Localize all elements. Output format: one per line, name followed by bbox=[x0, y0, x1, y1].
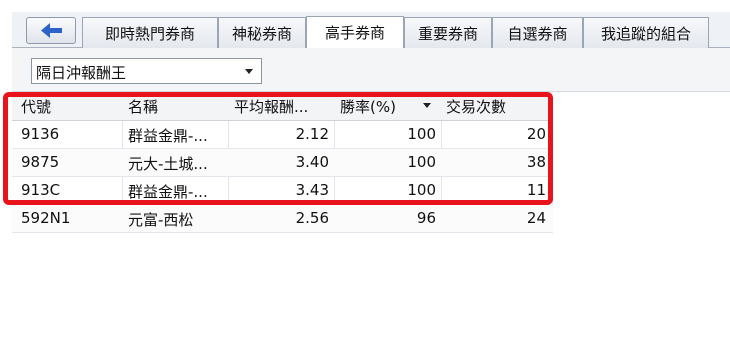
highlight-box bbox=[3, 92, 553, 205]
back-button[interactable] bbox=[26, 17, 76, 44]
app-window: 即時熱門券商 神秘券商 高手券商 重要券商 自選券商 我追蹤的組合 隔日沖報酬王… bbox=[0, 0, 730, 351]
chevron-down-icon bbox=[245, 69, 253, 74]
tab-bar: 即時熱門券商 神秘券商 高手券商 重要券商 自選券商 我追蹤的組合 bbox=[12, 12, 730, 48]
cell-name: 元富-西松 bbox=[128, 211, 194, 229]
cell-trade-count: 24 bbox=[526, 209, 546, 227]
tab-important-brokers[interactable]: 重要券商 bbox=[404, 17, 492, 48]
cell-win-rate: 96 bbox=[416, 209, 436, 227]
tab-custom-brokers[interactable]: 自選券商 bbox=[492, 17, 583, 48]
cell-code: 592N1 bbox=[21, 209, 71, 227]
ranking-select[interactable]: 隔日沖報酬王 bbox=[31, 58, 262, 84]
cell-avg-return: 2.56 bbox=[295, 209, 329, 227]
arrow-left-icon bbox=[41, 23, 62, 38]
toolbar: 隔日沖報酬王 bbox=[12, 48, 730, 92]
tab-mystery-brokers[interactable]: 神秘券商 bbox=[218, 17, 306, 48]
tab-hot-brokers[interactable]: 即時熱門券商 bbox=[82, 17, 218, 48]
table-row[interactable]: 592N1 元富-西松 2.56 96 24 bbox=[12, 205, 553, 233]
tab-tracked-groups[interactable]: 我追蹤的組合 bbox=[583, 17, 709, 48]
tab-expert-brokers[interactable]: 高手券商 bbox=[306, 16, 404, 48]
ranking-select-value: 隔日沖報酬王 bbox=[36, 64, 127, 82]
